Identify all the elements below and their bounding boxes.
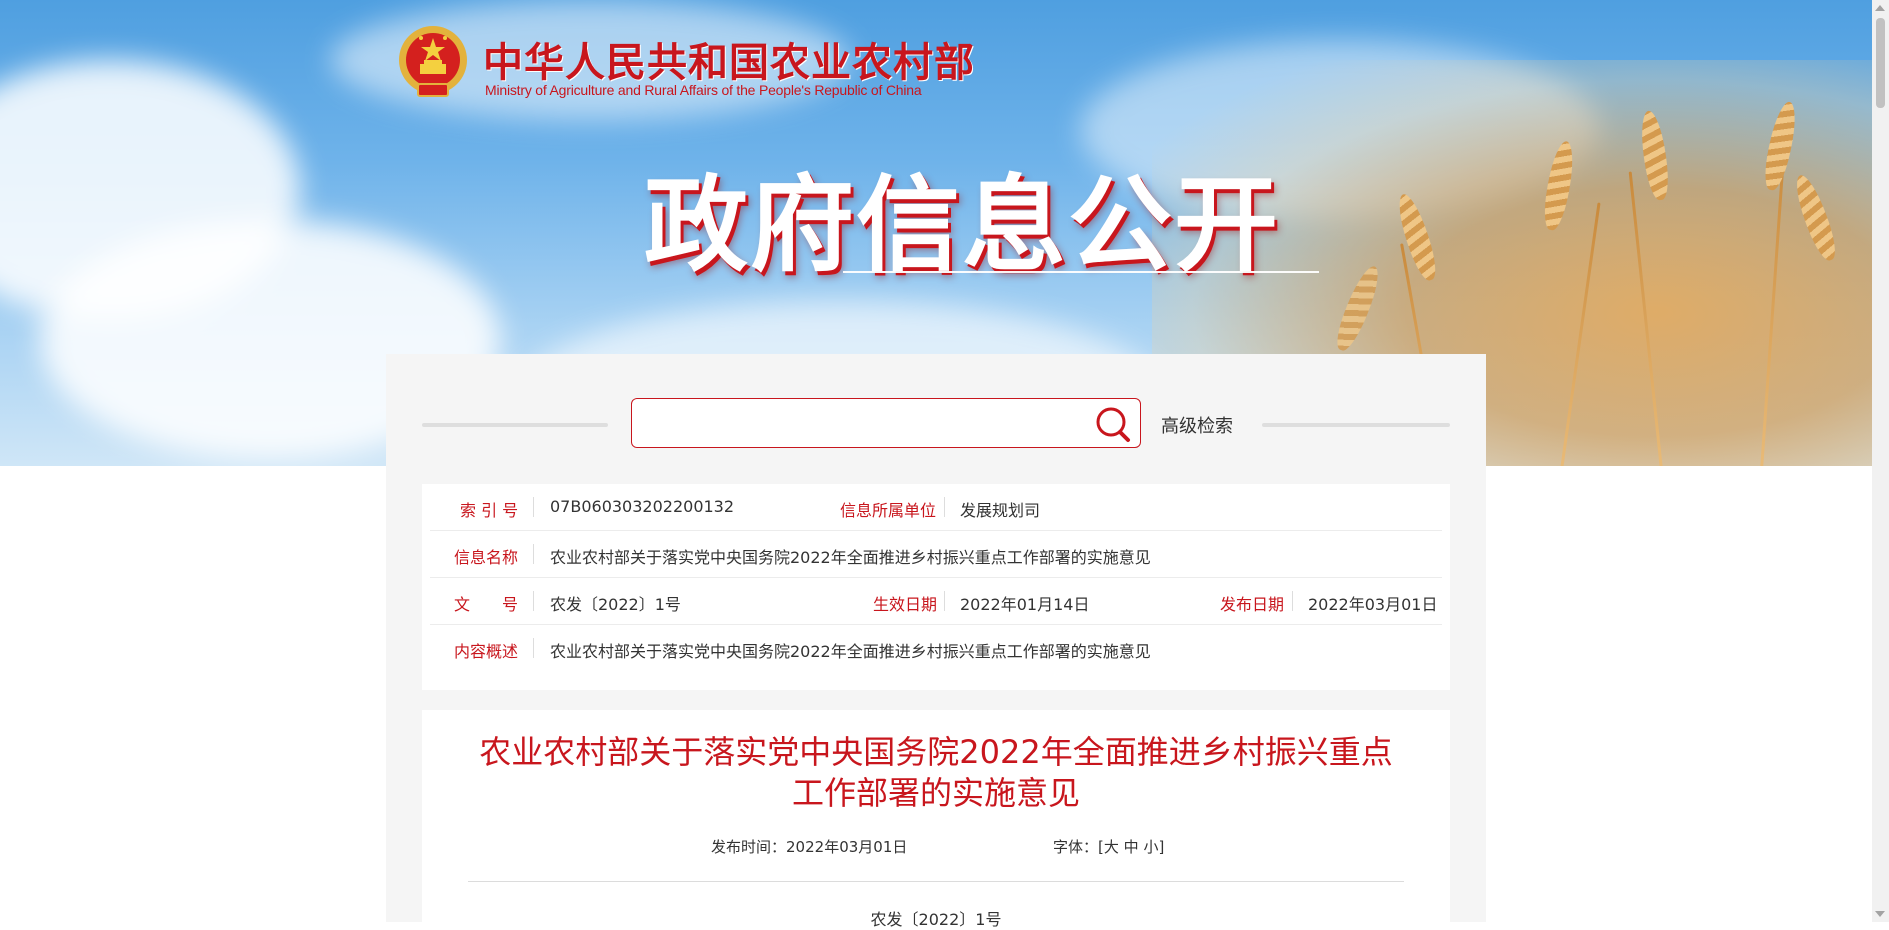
info-row: 内容概述 农业农村部关于落实党中央国务院2022年全面推进乡村振兴重点工作部署的… xyxy=(430,625,1442,671)
search-row: 高级检索 xyxy=(386,398,1486,452)
national-emblem-icon xyxy=(399,26,467,97)
divider xyxy=(533,638,534,658)
unit-label: 信息所属单位 xyxy=(840,501,937,520)
org-name-en: Ministry of Agriculture and Rural Affair… xyxy=(485,82,922,98)
main-container: 高级检索 索 引 号 07B060303202200132 信息所属单位 发展规… xyxy=(386,354,1486,930)
publish-time: 发布时间：2022年03月01日 xyxy=(711,836,907,857)
publish-date-label: 发布日期 xyxy=(1220,595,1285,614)
divider xyxy=(944,591,945,611)
docno-label: 文 号 xyxy=(454,595,519,614)
search-icon xyxy=(1096,407,1130,442)
info-table: 索 引 号 07B060303202200132 信息所属单位 发展规划司 信息… xyxy=(422,484,1450,690)
article-panel: 农业农村部关于落实党中央国务院2022年全面推进乡村振兴重点 工作部署的实施意见… xyxy=(422,710,1450,930)
info-row: 文 号 农发〔2022〕1号 生效日期 2022年01月14日 发布日期 202… xyxy=(430,578,1442,625)
search-decoration-right xyxy=(1262,423,1450,427)
name-value: 农业农村部关于落实党中央国务院2022年全面推进乡村振兴重点工作部署的实施意见 xyxy=(550,548,1151,567)
article-title-line: 农业农村部关于落实党中央国务院2022年全面推进乡村振兴重点 xyxy=(479,733,1393,771)
font-size-control: 字体：[大 中 小] xyxy=(1053,836,1164,857)
divider xyxy=(533,591,534,611)
page-scrollbar[interactable] xyxy=(1872,0,1889,922)
divider xyxy=(944,497,945,517)
index-label: 索 引 号 xyxy=(460,501,519,520)
info-row: 信息名称 农业农村部关于落实党中央国务院2022年全面推进乡村振兴重点工作部署的… xyxy=(430,531,1442,578)
font-size-label: 字体： xyxy=(1053,838,1099,856)
docno-value: 农发〔2022〕1号 xyxy=(550,595,681,614)
font-medium-button[interactable]: 中 xyxy=(1124,838,1139,856)
unit-value: 发展规划司 xyxy=(960,501,1041,520)
advanced-search-link[interactable]: 高级检索 xyxy=(1161,412,1233,438)
publish-time-label: 发布时间： xyxy=(711,838,787,856)
publish-time-value: 2022年03月01日 xyxy=(786,838,908,856)
font-small-button[interactable]: 小 xyxy=(1143,838,1158,856)
search-input[interactable] xyxy=(642,407,1076,441)
divider xyxy=(533,544,534,564)
search-decoration-left xyxy=(422,423,608,427)
org-name-cn: 中华人民共和国农业农村部 xyxy=(483,39,975,86)
scroll-up-icon[interactable] xyxy=(1875,5,1885,11)
article-doc-number: 农发〔2022〕1号 xyxy=(870,910,1002,929)
font-bracket: ] xyxy=(1158,838,1165,856)
summary-label: 内容概述 xyxy=(454,642,519,661)
index-value: 07B060303202200132 xyxy=(550,497,735,516)
effective-date-label: 生效日期 xyxy=(873,595,938,614)
divider xyxy=(533,497,534,517)
scrollbar-thumb[interactable] xyxy=(1876,18,1885,108)
info-row: 索 引 号 07B060303202200132 信息所属单位 发展规划司 xyxy=(430,484,1442,531)
search-button[interactable] xyxy=(1094,405,1134,443)
publish-date-value: 2022年03月01日 xyxy=(1308,595,1438,614)
effective-date-value: 2022年01月14日 xyxy=(960,595,1090,614)
search-box xyxy=(631,398,1141,448)
font-large-button[interactable]: 大 xyxy=(1104,838,1119,856)
banner-title: 政府信息公开 xyxy=(644,164,1281,286)
scroll-down-icon[interactable] xyxy=(1875,911,1885,917)
name-label: 信息名称 xyxy=(454,548,519,567)
banner-divider xyxy=(843,271,1319,273)
article-divider xyxy=(468,881,1404,882)
article-title-line: 工作部署的实施意见 xyxy=(791,774,1080,812)
article-title: 农业农村部关于落实党中央国务院2022年全面推进乡村振兴重点 工作部署的实施意见 xyxy=(472,732,1400,814)
summary-value: 农业农村部关于落实党中央国务院2022年全面推进乡村振兴重点工作部署的实施意见 xyxy=(550,642,1151,661)
divider xyxy=(1292,591,1293,611)
